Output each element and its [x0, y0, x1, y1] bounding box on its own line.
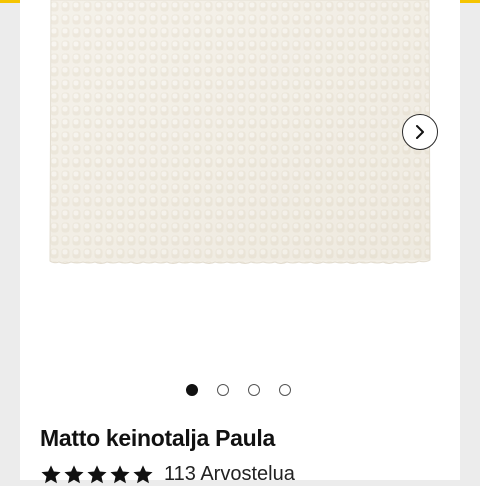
star-icon: [133, 464, 153, 483]
star-icon: [87, 464, 107, 483]
product-card: Matto keinotalja Paula 113 Arvostelua: [20, 0, 460, 485]
reviews-link[interactable]: 113 Arvostelua: [164, 463, 295, 486]
product-image[interactable]: [49, 0, 431, 270]
image-pagination: [186, 383, 291, 397]
next-image-button[interactable]: [402, 114, 438, 150]
rug-image: [49, 0, 431, 264]
star-icon: [41, 464, 61, 483]
star-icon: [110, 464, 130, 483]
product-rating: 113 Arvostelua: [40, 463, 295, 486]
pagination-dot-2[interactable]: [217, 384, 229, 396]
pagination-dot-3[interactable]: [248, 384, 260, 396]
rating-stars: [40, 464, 154, 486]
chevron-right-icon: [416, 125, 424, 139]
star-icon: [64, 464, 84, 483]
product-title: Matto keinotalja Paula: [40, 425, 275, 451]
pagination-dot-1[interactable]: [186, 384, 198, 396]
pagination-dot-4[interactable]: [279, 384, 291, 396]
